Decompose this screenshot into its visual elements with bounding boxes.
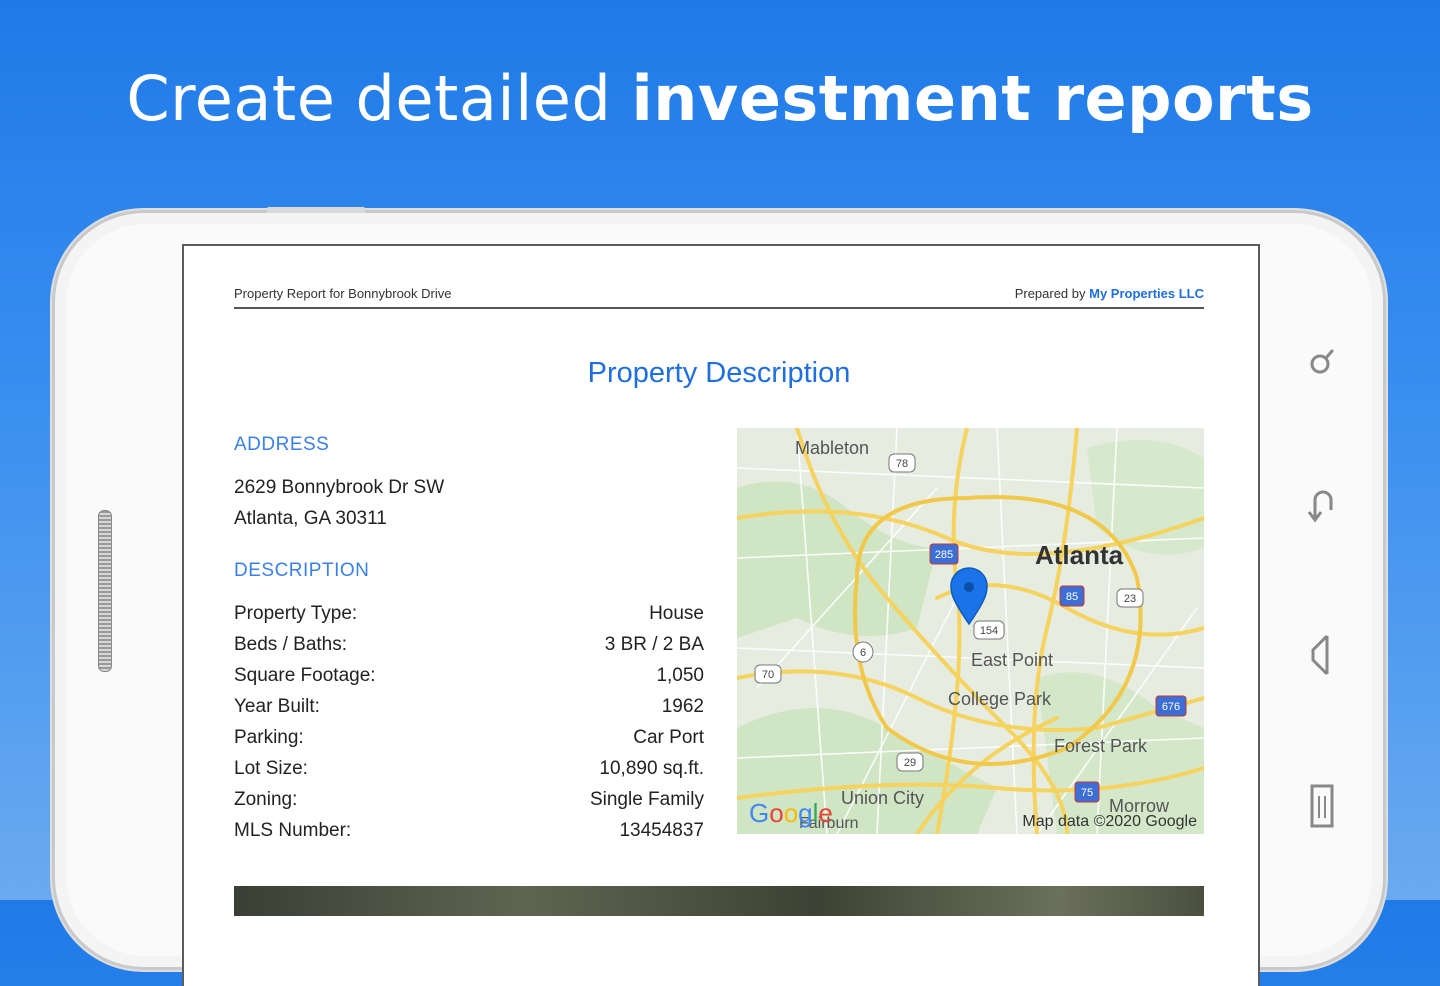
prepared-by-label: Prepared by <box>1014 286 1086 301</box>
location-map[interactable]: 78 285 85 23 154 6 70 676 29 75 Mableton… <box>737 428 1204 834</box>
place-label: College Park <box>948 689 1052 709</box>
row-value: 3 BR / 2 BA <box>604 634 704 655</box>
table-row: Beds / Baths: 3 BR / 2 BA <box>234 629 704 660</box>
highway-shield: 85 <box>1059 585 1085 607</box>
home-icon[interactable] <box>1302 634 1342 676</box>
svg-text:75: 75 <box>1081 787 1093 799</box>
table-row: Parking: Car Port <box>234 722 704 753</box>
headline-light: Create detailed <box>126 62 612 135</box>
table-row: Zoning: Single Family <box>234 784 704 815</box>
place-label: Union City <box>841 788 924 808</box>
place-label: Forest Park <box>1054 736 1148 756</box>
prepared-by: Prepared by My Properties LLC <box>1015 286 1204 301</box>
phone-speaker <box>98 510 112 672</box>
phone-frame: Property Report for Bonnybrook Drive Pre… <box>52 207 1386 986</box>
property-report: Property Report for Bonnybrook Drive Pre… <box>234 286 1204 854</box>
address-line-1: 2629 Bonnybrook Dr SW <box>234 477 445 498</box>
property-photo <box>234 886 1204 916</box>
table-row: Property Type: House <box>234 598 704 629</box>
row-value: Car Port <box>633 727 704 748</box>
row-label: Zoning: <box>234 789 298 810</box>
address-label: ADDRESS <box>234 434 330 455</box>
table-row: Lot Size: 10,890 sq.ft. <box>234 753 704 784</box>
row-label: Lot Size: <box>234 758 308 779</box>
phone-screen: Property Report for Bonnybrook Drive Pre… <box>182 244 1260 986</box>
highway-shield: 70 <box>754 664 782 684</box>
row-label: Property Type: <box>234 603 358 624</box>
section-title: Property Description <box>587 357 851 389</box>
back-icon[interactable] <box>1302 484 1342 524</box>
search-icon[interactable] <box>1302 342 1342 382</box>
description-label: DESCRIPTION <box>234 560 370 581</box>
row-value: House <box>649 603 704 624</box>
row-label: Parking: <box>234 727 304 748</box>
table-row: Year Built: 1962 <box>234 691 704 722</box>
svg-text:285: 285 <box>935 549 953 561</box>
company-name: My Properties LLC <box>1089 286 1204 301</box>
row-value: 1962 <box>661 696 704 717</box>
row-label: Beds / Baths: <box>234 634 348 655</box>
highway-shield: 29 <box>896 752 924 772</box>
svg-text:6: 6 <box>860 647 866 659</box>
highway-shield: 6 <box>852 641 874 663</box>
details-column: ADDRESS 2629 Bonnybrook Dr SW Atlanta, G… <box>234 434 704 846</box>
table-row: MLS Number: 13454837 <box>234 815 704 846</box>
phone-top-edge <box>266 207 366 213</box>
place-label: Mableton <box>795 438 869 458</box>
svg-text:29: 29 <box>904 757 916 769</box>
row-label: Year Built: <box>234 696 320 717</box>
row-label: Square Footage: <box>234 665 376 686</box>
highway-shield: 676 <box>1155 695 1187 717</box>
svg-text:23: 23 <box>1124 593 1136 605</box>
recent-apps-icon[interactable] <box>1302 784 1342 828</box>
headline: Create detailed investment reports <box>0 62 1440 135</box>
row-value: 10,890 sq.ft. <box>599 758 704 779</box>
svg-text:676: 676 <box>1162 701 1180 713</box>
svg-text:85: 85 <box>1066 591 1078 603</box>
highway-shield: 75 <box>1074 781 1100 803</box>
map-attribution: Map data ©2020 Google <box>1022 813 1197 830</box>
place-label: East Point <box>971 650 1053 670</box>
svg-text:70: 70 <box>762 669 774 681</box>
svg-text:154: 154 <box>980 625 998 637</box>
highway-shield: 285 <box>929 543 959 565</box>
place-label-city: Atlanta <box>1035 540 1124 570</box>
highway-shield: 23 <box>1116 588 1144 608</box>
row-value: Single Family <box>589 789 704 810</box>
row-label: MLS Number: <box>234 820 352 841</box>
report-title: Property Report for Bonnybrook Drive <box>234 286 452 301</box>
row-value: 1,050 <box>656 665 704 686</box>
google-logo: Google <box>749 798 833 828</box>
row-value: 13454837 <box>619 820 704 841</box>
svg-text:78: 78 <box>896 458 908 470</box>
headline-bold: investment reports <box>631 62 1314 135</box>
address-line-2: Atlanta, GA 30311 <box>234 508 387 529</box>
highway-shield: 78 <box>888 453 916 473</box>
map-graphic: 78 285 85 23 154 6 70 676 29 75 Mableton… <box>737 428 1204 834</box>
highway-shield: 154 <box>973 620 1005 640</box>
report-header: Property Report for Bonnybrook Drive Pre… <box>234 286 1204 309</box>
table-row: Square Footage: 1,050 <box>234 660 704 691</box>
